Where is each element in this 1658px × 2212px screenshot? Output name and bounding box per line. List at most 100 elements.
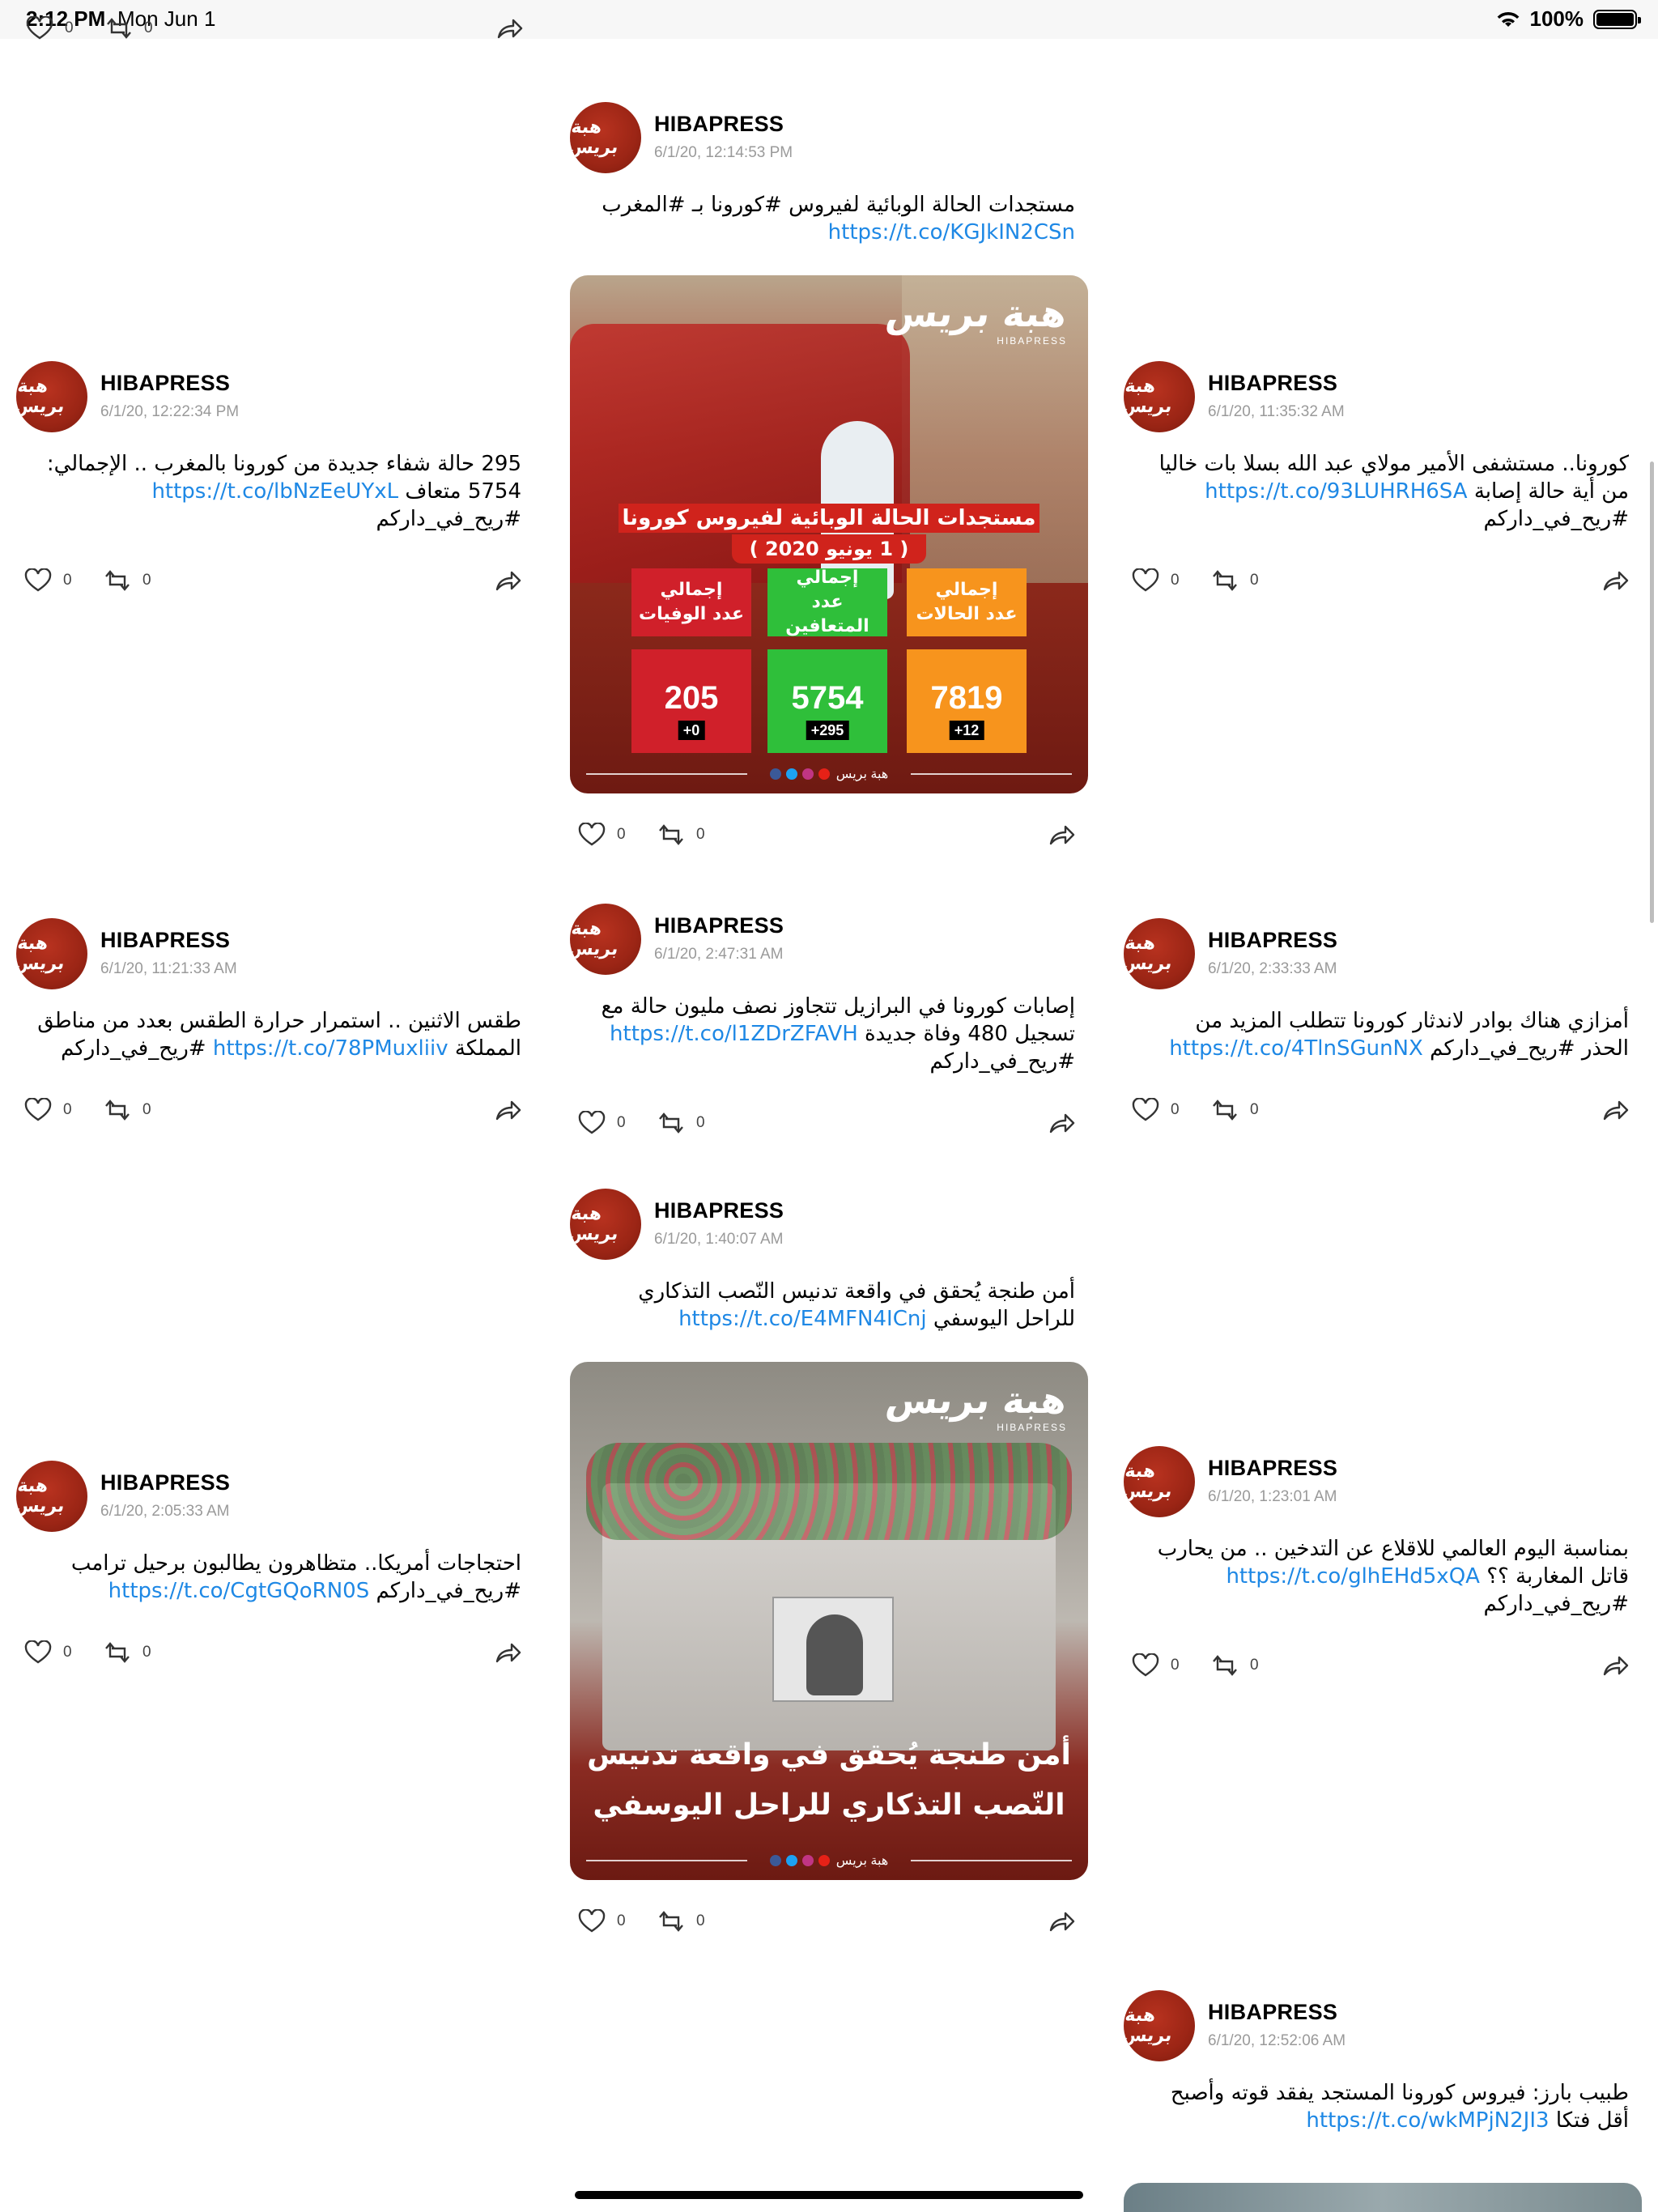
tweet-text: طبيب بارز: فيروس كورونا المستجد يفقد قوت… [1170,2081,1629,2133]
top-partial-actions: 0 0 [18,13,536,49]
tweet-card[interactable]: هبة بريس HIBAPRESS 6/1/20, 12:22:34 PM 2… [16,361,534,601]
share-button[interactable] [1601,1098,1629,1122]
scroll-indicator[interactable] [1650,462,1654,923]
author-name[interactable]: HIBAPRESS [1208,928,1337,953]
avatar[interactable]: هبة بريس [570,102,641,173]
retweet-button[interactable]: 0 [657,1909,705,1933]
avatar[interactable]: هبة بريس [1124,1990,1195,2061]
like-count: 0 [63,572,72,589]
retweet-button[interactable]: 0 [1211,1653,1259,1678]
author-name[interactable]: HIBAPRESS [100,928,230,953]
like-button[interactable]: 0 [26,16,74,40]
avatar[interactable]: هبة بريس [16,1461,87,1532]
share-button[interactable] [494,1098,521,1122]
battery-percent: 100% [1529,6,1584,31]
heart-icon [24,568,52,592]
avatar[interactable]: هبة بريس [1124,361,1195,432]
tweet-card[interactable]: هبة بريس HIBAPRESS 6/1/20, 12:52:06 AM ط… [1124,1990,1642,2134]
tweet-link[interactable]: https://t.co/4TlnSGunNX [1169,1036,1423,1061]
share-icon [1049,1113,1075,1134]
like-count: 0 [617,1114,626,1131]
retweet-button[interactable]: 0 [105,16,153,40]
avatar[interactable]: هبة بريس [570,904,641,975]
tweet-image-partial[interactable] [1124,2183,1642,2212]
heart-icon [1132,1098,1159,1121]
tweet-card[interactable]: هبة بريس HIBAPRESS 6/1/20, 11:21:33 AM ط… [16,918,534,1130]
share-button[interactable] [1048,1111,1075,1135]
retweet-icon [105,570,130,591]
share-icon [1049,1912,1075,1932]
tweet-card[interactable]: هبة بريس HIBAPRESS 6/1/20, 1:40:07 AM أم… [570,1189,1088,1942]
like-button[interactable]: 0 [24,1640,72,1665]
tweet-link[interactable]: https://t.co/wkMPjN2JI3 [1306,2108,1549,2133]
tweet-text: طقس الاثنين .. استمرار حرارة الطقس بعدد … [37,1009,521,1061]
share-button[interactable] [1601,1653,1629,1678]
tweet-card[interactable]: هبة بريس HIBAPRESS 6/1/20, 12:14:53 PM م… [570,102,1088,855]
share-icon [497,19,523,39]
tweet-image-infographic[interactable]: هبة بريس HIBAPRESS مستجدات الحالة الوبائ… [570,275,1088,793]
tweet-card[interactable]: هبة بريس HIBAPRESS 6/1/20, 2:33:33 AM أم… [1124,918,1642,1130]
retweet-count: 0 [1250,572,1259,589]
author-name[interactable]: HIBAPRESS [654,913,784,938]
tweet-link[interactable]: https://t.co/glhEHd5xQA [1226,1564,1480,1589]
author-name[interactable]: HIBAPRESS [654,1198,784,1223]
author-name[interactable]: HIBAPRESS [1208,2000,1337,2025]
retweet-button[interactable]: 0 [1211,568,1259,593]
tweet-card[interactable]: هبة بريس HIBAPRESS 6/1/20, 1:23:01 AM بم… [1124,1446,1642,1686]
retweet-button[interactable]: 0 [657,823,705,847]
like-button[interactable]: 0 [578,1111,626,1135]
like-button[interactable]: 0 [578,1909,626,1933]
retweet-button[interactable]: 0 [104,568,151,593]
author-name[interactable]: HIBAPRESS [1208,371,1337,396]
like-button[interactable]: 0 [1132,1098,1180,1122]
like-button[interactable]: 0 [1132,568,1180,593]
retweet-button[interactable]: 0 [104,1640,151,1665]
share-button[interactable] [1601,568,1629,593]
tweet-link[interactable]: https://t.co/KGJkIN2CSn [828,220,1075,245]
share-button[interactable] [494,568,521,593]
avatar[interactable]: هبة بريس [16,361,87,432]
tweet-link[interactable]: https://t.co/93LUHRH6SA [1205,479,1467,504]
retweet-button[interactable]: 0 [1211,1098,1259,1122]
avatar[interactable]: هبة بريس [1124,1446,1195,1517]
like-button[interactable]: 0 [24,568,72,593]
retweet-count: 0 [142,1101,151,1118]
tweet-link[interactable]: https://t.co/lbNzEeUYxL [151,479,398,504]
share-button[interactable] [1048,823,1075,847]
avatar[interactable]: هبة بريس [570,1189,641,1260]
retweet-button[interactable]: 0 [104,1098,151,1122]
share-button[interactable] [494,1640,521,1665]
retweet-count: 0 [1250,1101,1259,1118]
retweet-button[interactable]: 0 [657,1111,705,1135]
avatar[interactable]: هبة بريس [16,918,87,989]
home-indicator[interactable] [575,2191,1083,2199]
share-button[interactable] [1048,1909,1075,1933]
image-footer: هبة بريس [570,1853,1088,1869]
like-button[interactable]: 0 [578,823,626,847]
tweet-link[interactable]: https://t.co/l1ZDrZFAVH [610,1022,858,1046]
share-icon [1603,1100,1629,1121]
status-right: 100% [1496,6,1641,32]
author-name[interactable]: HIBAPRESS [1208,1456,1337,1481]
tweet-card[interactable]: هبة بريس HIBAPRESS 6/1/20, 2:05:33 AM اح… [16,1461,534,1673]
retweet-count: 0 [1250,1657,1259,1674]
tweet-image-memorial[interactable]: هبة بريس HIBAPRESS أمن طنجة يُحقق في واق… [570,1362,1088,1880]
tweet-text: احتجاجات أمريكا.. متظاهرون يطالبون برحيل… [70,1551,521,1603]
share-icon [1603,1656,1629,1676]
like-button[interactable]: 0 [24,1098,72,1122]
share-icon [1049,825,1075,845]
tweet-link[interactable]: https://t.co/78PMuxliiv [213,1036,449,1061]
share-icon [495,1100,521,1121]
tweet-link[interactable]: https://t.co/CgtGQoRN0S [108,1579,370,1603]
share-button[interactable] [495,16,523,40]
retweet-count: 0 [142,572,151,589]
tweet-card[interactable]: هبة بريس HIBAPRESS 6/1/20, 11:35:32 AM ك… [1124,361,1642,601]
tweet-link[interactable]: https://t.co/E4MFN4ICnj [678,1307,927,1331]
like-button[interactable]: 0 [1132,1653,1180,1678]
avatar[interactable]: هبة بريس [1124,918,1195,989]
author-name[interactable]: HIBAPRESS [100,1470,230,1495]
author-name[interactable]: HIBAPRESS [100,371,230,396]
tweet-card[interactable]: هبة بريس HIBAPRESS 6/1/20, 2:47:31 AM إص… [570,904,1088,1143]
author-name[interactable]: HIBAPRESS [654,112,784,137]
retweet-icon [105,1100,130,1121]
